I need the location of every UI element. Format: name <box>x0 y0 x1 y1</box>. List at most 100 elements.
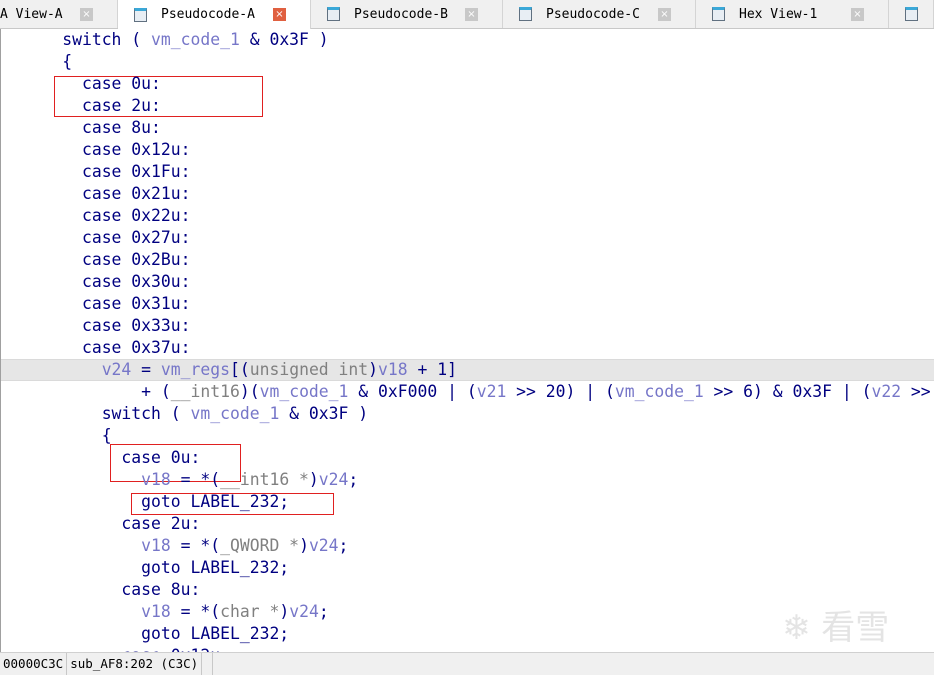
variable-token: vm_code_1 <box>151 30 240 49</box>
variable-token: v24 <box>289 602 319 621</box>
type-token: __int16 <box>170 382 240 401</box>
code-token: case 0x21u: <box>81 184 191 203</box>
code-token: goto LABEL_232; <box>141 492 290 511</box>
pseudocode-view[interactable]: switch ( vm_code_1 & 0x3F ) { case 0u: c… <box>0 29 934 652</box>
code-token: goto LABEL_232; <box>141 558 290 577</box>
code-token: goto LABEL_232; <box>141 624 290 643</box>
code-line[interactable]: case 0x12u: <box>3 139 191 161</box>
code-token: >> 6) & 0x3F | ( <box>703 382 872 401</box>
close-tab-icon[interactable]: × <box>658 7 671 21</box>
watermark-logo: ❄ 看雪 <box>782 608 890 648</box>
code-token: ) <box>299 536 309 555</box>
variable-token: v18 <box>378 360 408 379</box>
code-token: case 0x30u: <box>81 272 191 291</box>
code-line[interactable]: case 0x12u: <box>3 645 230 652</box>
code-line[interactable]: case 0u: <box>3 73 161 95</box>
code-token: = *( <box>170 470 221 489</box>
tab-pseudocode-a[interactable]: Pseudocode-A × <box>118 0 311 29</box>
code-token: case 0x12u: <box>81 140 191 159</box>
code-line[interactable]: case 0x27u: <box>3 227 191 249</box>
pseudocode-icon <box>327 7 340 21</box>
code-token: + 1] <box>407 360 457 379</box>
code-line[interactable]: goto LABEL_232; <box>3 623 289 645</box>
code-token: = *( <box>170 536 221 555</box>
code-line[interactable]: case 8u: <box>3 117 161 139</box>
code-token: case 0x2Bu: <box>81 250 191 269</box>
code-line[interactable]: case 2u: <box>3 95 161 117</box>
code-token: & 0x3F ) <box>279 404 369 423</box>
code-token: case 0x1Fu: <box>81 162 191 181</box>
code-line[interactable]: case 0x22u: <box>3 205 191 227</box>
code-token: case 0x33u: <box>81 316 191 335</box>
close-tab-icon[interactable]: × <box>465 7 478 21</box>
code-token: case 0x27u: <box>81 228 191 247</box>
code-line[interactable]: v18 = *(_QWORD *)v24; <box>3 535 348 557</box>
code-token: [( <box>229 360 250 379</box>
variable-token: v24 <box>101 360 132 379</box>
code-token: = *( <box>170 602 221 621</box>
type-token: unsigned int <box>249 360 369 379</box>
tab-pseudocode-c[interactable]: Pseudocode-C × <box>503 0 696 28</box>
code-token: { <box>62 52 73 71</box>
code-line[interactable]: switch ( vm_code_1 & 0x3F ) <box>3 29 329 51</box>
code-token: case 0u: <box>81 74 161 93</box>
code-token: { <box>101 426 112 445</box>
code-token: case 0u: <box>121 448 201 467</box>
variable-token: vm_regs <box>160 360 230 379</box>
variable-token: vm_code_1 <box>259 382 349 401</box>
code-line[interactable]: case 2u: <box>3 513 200 535</box>
tab-label: A View-A <box>0 6 63 22</box>
code-line[interactable]: goto LABEL_232; <box>3 491 289 513</box>
tab-label: Pseudocode-C <box>546 6 640 22</box>
pseudocode-icon <box>519 7 532 21</box>
variable-token: vm_code_1 <box>614 382 704 401</box>
variable-token: v24 <box>318 470 349 489</box>
code-token: ; <box>318 602 329 621</box>
variable-token: v24 <box>308 536 339 555</box>
type-token: _QWORD * <box>220 536 300 555</box>
code-line[interactable]: v18 = *(__int16 *)v24; <box>3 469 358 491</box>
hex-view-icon <box>712 7 725 21</box>
code-line[interactable]: case 8u: <box>3 579 200 601</box>
tab-hex-view-1[interactable]: Hex View-1 × <box>696 0 889 28</box>
status-bar: 00000C3C sub_AF8:202 (C3C) <box>0 652 934 675</box>
code-line[interactable]: case 0x31u: <box>3 293 191 315</box>
variable-token: v21 <box>476 382 507 401</box>
close-tab-icon[interactable]: × <box>851 7 864 21</box>
code-line[interactable]: goto LABEL_232; <box>3 557 289 579</box>
close-tab-icon[interactable]: × <box>80 7 93 21</box>
code-line[interactable]: case 0u: <box>3 447 200 469</box>
code-token: & 0x3F ) <box>239 30 329 49</box>
tab-a-view-a[interactable]: A View-A × <box>0 0 118 28</box>
close-tab-icon[interactable]: × <box>273 8 286 21</box>
status-location: sub_AF8:202 (C3C) <box>67 653 203 675</box>
code-token: case 2u: <box>81 96 161 115</box>
code-line[interactable]: case 0x2Bu: <box>3 249 191 271</box>
code-line[interactable]: case 0x37u: <box>3 337 191 359</box>
code-token: >> <box>901 382 931 401</box>
code-token: )( <box>239 382 260 401</box>
code-line[interactable]: + (__int16)(vm_code_1 & 0xF000 | (v21 >>… <box>3 381 931 403</box>
code-line[interactable]: v24 = vm_regs[(unsigned int)v18 + 1] <box>3 359 457 381</box>
tab-label: Pseudocode-A <box>161 7 255 22</box>
code-token: ) <box>308 470 319 489</box>
pseudocode-icon <box>134 7 147 22</box>
code-token: ; <box>338 536 349 555</box>
code-line[interactable]: { <box>3 51 72 73</box>
code-line[interactable]: case 0x1Fu: <box>3 161 191 183</box>
code-line[interactable]: v18 = *(char *)v24; <box>3 601 329 623</box>
tab-pseudocode-b[interactable]: Pseudocode-B × <box>311 0 503 28</box>
info-icon <box>905 7 918 21</box>
tab-label: Pseudocode-B <box>354 6 448 22</box>
code-token: ) <box>279 602 290 621</box>
code-token: ; <box>348 470 359 489</box>
code-line[interactable]: case 0x21u: <box>3 183 191 205</box>
variable-token: v18 <box>141 536 171 555</box>
tab-info[interactable] <box>889 0 934 28</box>
code-line[interactable]: case 0x30u: <box>3 271 191 293</box>
code-line[interactable]: switch ( vm_code_1 & 0x3F ) <box>3 403 368 425</box>
code-token: case 8u: <box>81 118 161 137</box>
code-line[interactable]: { <box>3 425 112 447</box>
code-token: & 0xF000 | ( <box>348 382 477 401</box>
code-line[interactable]: case 0x33u: <box>3 315 191 337</box>
